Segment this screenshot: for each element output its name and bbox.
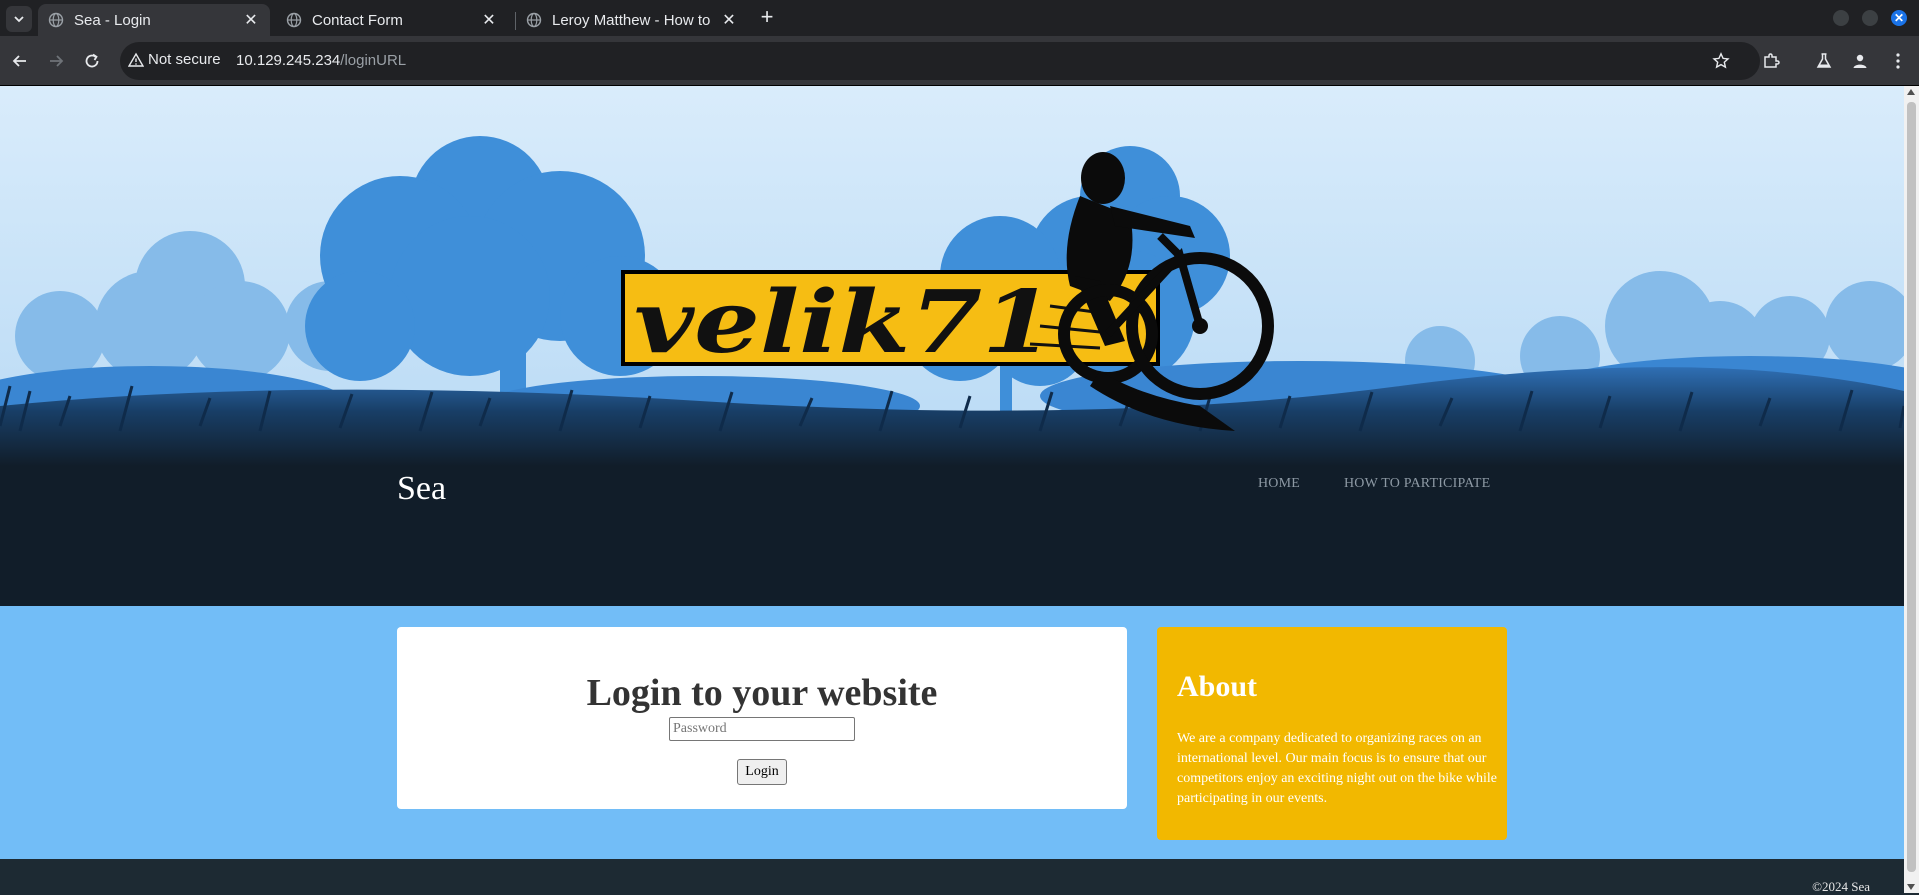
extensions-button[interactable]: [1759, 49, 1783, 73]
warning-icon: [128, 52, 144, 67]
login-button[interactable]: Login: [737, 759, 787, 785]
close-window-button[interactable]: ✕: [1891, 10, 1907, 26]
reload-button[interactable]: [80, 49, 104, 73]
tab-title: Leroy Matthew - How to: [552, 11, 711, 29]
url-path: /loginURL: [340, 52, 407, 69]
person-icon: [1853, 54, 1867, 68]
tab-leroy-matthew[interactable]: Leroy Matthew - How to ✕: [516, 4, 748, 36]
back-button[interactable]: [8, 49, 32, 73]
url-host: 10.129.245.234: [236, 52, 341, 69]
tab-sea-login[interactable]: Sea - Login ✕: [38, 4, 270, 36]
about-heading: About: [1177, 670, 1258, 703]
browser-toolbar: Not secure 10.129.245.234/loginURL: [0, 36, 1919, 86]
banner-image: velik71: [0, 86, 1904, 466]
login-card: Login to your website Login: [397, 627, 1127, 809]
security-indicator[interactable]: Not secure: [128, 51, 221, 68]
close-tab-icon[interactable]: ✕: [480, 11, 498, 29]
kebab-menu-icon: [1896, 53, 1900, 69]
tab-title: Sea - Login: [74, 11, 151, 29]
nav-home-link[interactable]: HOME: [1258, 476, 1300, 492]
address-bar[interactable]: Not secure 10.129.245.234/loginURL: [120, 42, 1760, 80]
close-tab-icon[interactable]: ✕: [720, 11, 738, 29]
forward-button[interactable]: [44, 49, 68, 73]
arrow-left-icon: [12, 55, 26, 67]
page-scrollbar[interactable]: [1904, 86, 1919, 893]
labs-button[interactable]: [1812, 49, 1836, 73]
login-heading: Login to your website: [586, 672, 938, 714]
about-text: We are a company dedicated to organizing…: [1177, 731, 1497, 806]
site-footer: ©2024 Sea: [0, 859, 1904, 894]
arrow-right-icon: [50, 55, 64, 67]
globe-icon: [286, 12, 302, 28]
profile-button[interactable]: [1848, 49, 1872, 73]
scrollbar-thumb[interactable]: [1907, 102, 1916, 872]
nav-how-to-participate-link[interactable]: HOW TO PARTICIPATE: [1344, 476, 1490, 492]
scroll-up-arrow[interactable]: [1907, 89, 1915, 95]
reload-icon: [85, 53, 99, 68]
banner-logo-text: velik71: [634, 272, 1054, 373]
password-input[interactable]: [669, 717, 855, 741]
globe-icon: [48, 12, 64, 28]
menu-button[interactable]: [1886, 49, 1910, 73]
site-header: [0, 466, 1904, 606]
new-tab-button[interactable]: +: [756, 6, 778, 30]
tab-contact-form[interactable]: Contact Form ✕: [276, 4, 508, 36]
maximize-button[interactable]: [1862, 10, 1878, 26]
minimize-button[interactable]: [1833, 10, 1849, 26]
scroll-down-arrow[interactable]: [1907, 884, 1915, 890]
close-tab-icon[interactable]: ✕: [242, 11, 260, 29]
bookmark-button[interactable]: [1709, 49, 1733, 73]
about-card: About We are a company dedicated to orga…: [1157, 627, 1507, 840]
chevron-down-icon: [14, 16, 24, 23]
security-label: Not secure: [148, 51, 221, 68]
site-title[interactable]: Sea: [397, 470, 446, 508]
flask-icon: [1816, 53, 1832, 68]
tab-search-button[interactable]: [6, 6, 32, 32]
star-icon: [1712, 52, 1730, 69]
globe-icon: [526, 12, 542, 28]
url-text[interactable]: 10.129.245.234/loginURL: [236, 52, 406, 69]
tab-title: Contact Form: [312, 11, 403, 29]
tab-strip: Sea - Login ✕ Contact Form ✕ Leroy Matth…: [0, 0, 1919, 36]
puzzle-icon: [1764, 53, 1780, 68]
